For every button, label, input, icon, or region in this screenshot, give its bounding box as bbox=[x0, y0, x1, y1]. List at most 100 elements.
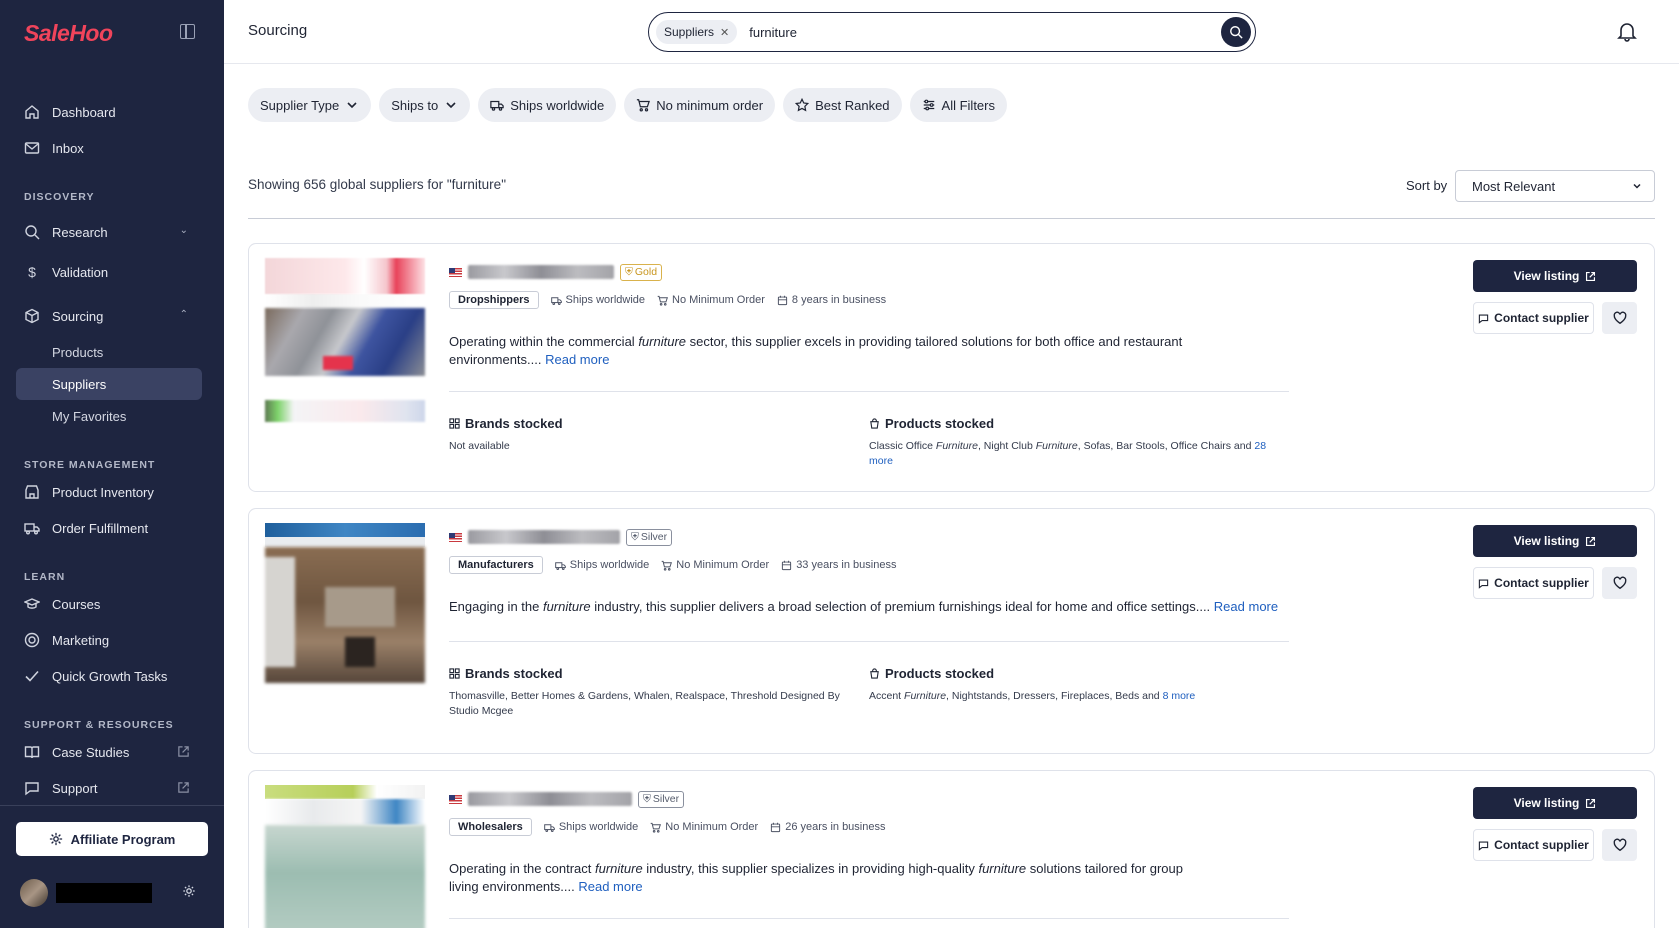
products-text: Classic Office bbox=[869, 440, 936, 452]
view-listing-button[interactable]: View listing bbox=[1473, 260, 1637, 292]
products-text: , Night Club bbox=[977, 440, 1036, 452]
ships-worldwide-meta: Ships worldwide bbox=[550, 294, 645, 306]
supplier-image[interactable] bbox=[265, 785, 425, 928]
desc-highlight: furniture bbox=[594, 861, 643, 876]
remove-chip-icon[interactable]: ✕ bbox=[720, 26, 729, 39]
sidebar-item-quick-growth-tasks[interactable]: Quick Growth Tasks bbox=[16, 660, 202, 692]
calendar-icon bbox=[771, 822, 781, 832]
heart-icon bbox=[1613, 311, 1626, 325]
more-products-link[interactable]: 8 more bbox=[1163, 690, 1196, 702]
search-scope-chip[interactable]: Suppliers ✕ bbox=[656, 20, 738, 44]
target-icon bbox=[24, 632, 40, 648]
read-more-link[interactable]: Read more bbox=[578, 879, 642, 894]
supplier-name-redacted[interactable] bbox=[468, 265, 614, 279]
sidebar-item-case-studies[interactable]: Case Studies bbox=[16, 736, 202, 768]
years-in-business-meta: 26 years in business bbox=[770, 821, 885, 833]
sidebar-subitem-my-favorites[interactable]: My Favorites bbox=[16, 400, 202, 432]
products-title: Products stocked bbox=[885, 666, 995, 681]
filter-supplier-type[interactable]: Supplier Type bbox=[248, 88, 372, 122]
search-button[interactable] bbox=[1221, 17, 1251, 47]
external-link-icon bbox=[1586, 271, 1596, 281]
chevron-up-icon: ⌃ bbox=[179, 309, 188, 320]
products-text: , Sofas, Bar Stools, Office Chairs and bbox=[1077, 440, 1255, 452]
supplier-name-redacted[interactable] bbox=[468, 530, 620, 544]
desc-text: industry, this supplier specializes in p… bbox=[642, 861, 979, 876]
chat-icon bbox=[1478, 314, 1489, 324]
grid-icon bbox=[449, 418, 460, 429]
products-list: Accent Furniture, Nightstands, Dressers,… bbox=[869, 689, 1289, 704]
supplier-image[interactable] bbox=[265, 258, 425, 422]
sidebar-item-validation[interactable]: $ Validation bbox=[16, 256, 202, 288]
brands-list: Thomasville, Better Homes & Gardens, Wha… bbox=[449, 690, 840, 717]
sidebar-item-courses[interactable]: Courses bbox=[16, 588, 202, 620]
filter-label: Ships worldwide bbox=[510, 97, 605, 113]
search-input[interactable]: furniture bbox=[749, 25, 797, 40]
view-listing-button[interactable]: View listing bbox=[1473, 787, 1637, 819]
sidebar-item-label: Case Studies bbox=[52, 744, 130, 760]
supplier-name-redacted[interactable] bbox=[468, 792, 632, 806]
sidebar-item-order-fulfillment[interactable]: Order Fulfillment bbox=[16, 512, 202, 544]
sidebar-item-product-inventory[interactable]: Product Inventory bbox=[16, 476, 202, 508]
sidebar-item-marketing[interactable]: Marketing bbox=[16, 624, 202, 656]
sidebar-item-dashboard[interactable]: Dashboard bbox=[16, 96, 202, 128]
salehoo-logo[interactable]: SaleHoo bbox=[24, 20, 113, 47]
filter-no-minimum-order[interactable]: No minimum order bbox=[624, 88, 776, 122]
star-icon bbox=[795, 98, 810, 112]
sidebar-subitem-products[interactable]: Products bbox=[16, 336, 202, 368]
products-title: Products stocked bbox=[885, 416, 995, 431]
chat-icon bbox=[24, 780, 40, 796]
sidebar-subitem-suppliers[interactable]: Suppliers bbox=[16, 368, 202, 400]
read-more-link[interactable]: Read more bbox=[545, 352, 609, 367]
results-divider bbox=[248, 218, 1655, 219]
sidebar-item-label: Research bbox=[52, 224, 108, 240]
favorite-button[interactable] bbox=[1602, 302, 1637, 334]
search-icon bbox=[24, 224, 40, 240]
collapse-sidebar-icon[interactable] bbox=[180, 24, 195, 39]
section-label-discovery: DISCOVERY bbox=[24, 191, 95, 203]
supplier-type-tag: Manufacturers bbox=[449, 556, 543, 574]
sidebar-item-inbox[interactable]: Inbox bbox=[16, 132, 202, 164]
filter-label: Supplier Type bbox=[260, 97, 340, 113]
read-more-link[interactable]: Read more bbox=[1214, 599, 1278, 614]
affiliate-program-button[interactable]: Affiliate Program bbox=[16, 822, 208, 856]
external-link-icon bbox=[1586, 536, 1596, 546]
view-listing-label: View listing bbox=[1513, 796, 1580, 810]
contact-supplier-button[interactable]: Contact supplier bbox=[1473, 567, 1594, 599]
desc-highlight: furniture bbox=[542, 599, 591, 614]
user-profile[interactable] bbox=[20, 876, 200, 910]
search-bar[interactable]: Suppliers ✕ furniture bbox=[648, 12, 1256, 52]
sidebar-item-research[interactable]: Research ⌄ bbox=[16, 216, 202, 248]
products-stocked: Products stocked Accent Furniture, Night… bbox=[869, 666, 1289, 719]
favorite-button[interactable] bbox=[1602, 567, 1637, 599]
sidebar-item-support[interactable]: Support bbox=[16, 772, 202, 804]
filter-ships-to[interactable]: Ships to bbox=[379, 88, 471, 122]
supplier-type-tag: Wholesalers bbox=[449, 818, 532, 836]
filter-label: All Filters bbox=[941, 97, 995, 113]
calendar-icon bbox=[777, 295, 788, 305]
chat-icon bbox=[1478, 579, 1489, 589]
grid-icon bbox=[449, 668, 460, 679]
contact-supplier-button[interactable]: Contact supplier bbox=[1473, 829, 1594, 861]
chevron-down-icon: ⌄ bbox=[179, 225, 188, 236]
sidebar-item-label: Quick Growth Tasks bbox=[52, 668, 168, 684]
filter-all-filters[interactable]: All Filters bbox=[909, 88, 1007, 122]
tier-badge: ⛨ Silver bbox=[626, 528, 673, 546]
meta-label: 33 years in business bbox=[796, 559, 897, 571]
page-title: Sourcing bbox=[248, 22, 308, 39]
meta-label: Ships worldwide bbox=[558, 821, 639, 833]
favorite-button[interactable] bbox=[1602, 829, 1637, 861]
filter-ships-worldwide[interactable]: Ships worldwide bbox=[478, 88, 617, 122]
sidebar-item-sourcing[interactable]: Sourcing ⌃ bbox=[16, 300, 202, 332]
supplier-image[interactable] bbox=[265, 523, 425, 683]
cart-icon bbox=[657, 295, 668, 306]
notification-bell-icon[interactable] bbox=[1616, 20, 1638, 42]
filter-best-ranked[interactable]: Best Ranked bbox=[783, 88, 902, 122]
gear-icon[interactable] bbox=[182, 884, 196, 898]
meta-label: Ships worldwide bbox=[565, 294, 645, 306]
contact-supplier-button[interactable]: Contact supplier bbox=[1473, 302, 1594, 334]
sort-dropdown[interactable]: Most Relevant bbox=[1455, 170, 1655, 202]
search-scope-label: Suppliers bbox=[664, 25, 715, 39]
truck-icon bbox=[24, 520, 40, 536]
no-min-order-meta: No Minimum Order bbox=[661, 559, 769, 571]
view-listing-button[interactable]: View listing bbox=[1473, 525, 1637, 557]
